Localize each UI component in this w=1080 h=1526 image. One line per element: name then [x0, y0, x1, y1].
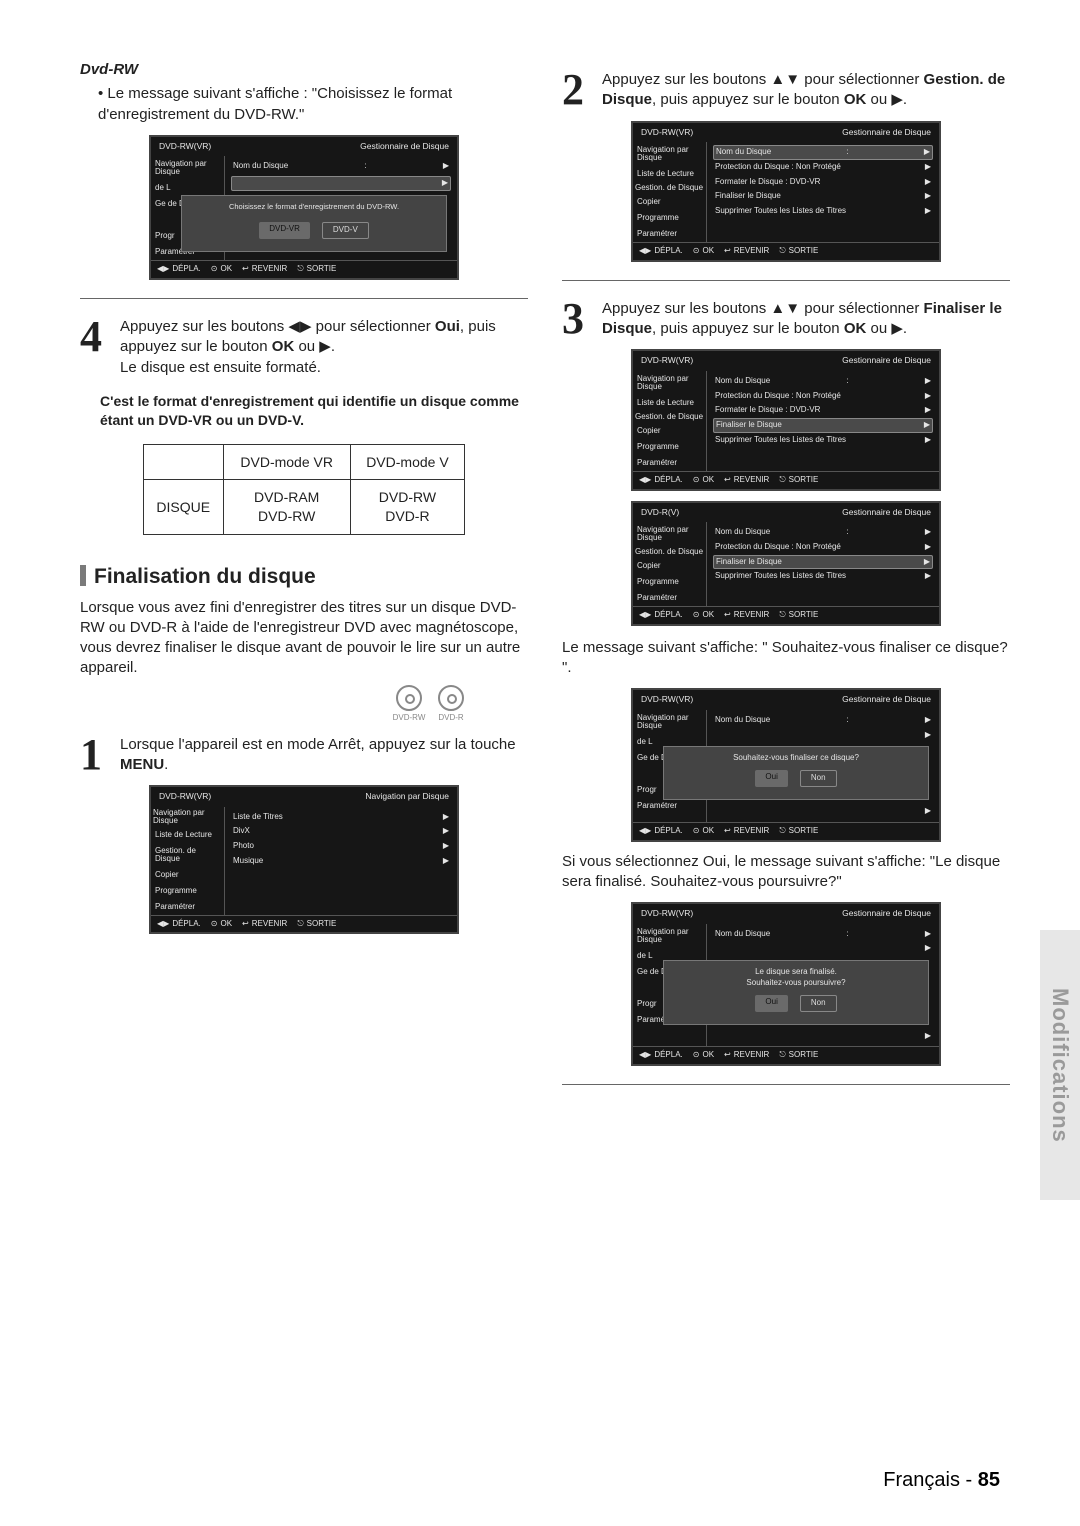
- row-final-hl: Finaliser le Disque: [716, 420, 782, 431]
- footer-lang: Français: [883, 1469, 960, 1491]
- ui-finaliser-confirm2: DVD-RW(VR)Gestionnaire de Disque Navigat…: [631, 902, 941, 1066]
- row-nom-hl: Nom du Disque: [716, 147, 771, 158]
- ui-gestion-disque: DVD-RW(VR)Gestionnaire de Disque Navigat…: [631, 121, 941, 262]
- foot-sortie: ⎋ SORTIE: [297, 264, 336, 275]
- step-num-4: 4: [80, 317, 114, 378]
- divider: [80, 298, 528, 299]
- row-photo: Photo: [233, 841, 254, 852]
- step-num-1: 1: [80, 735, 114, 776]
- popup-line2: Souhaitez-vous poursuivre?: [672, 978, 920, 989]
- ui-finaliser-confirm1: DVD-RW(VR)Gestionnaire de Disque Navigat…: [631, 688, 941, 841]
- side-nav: Navigation par Disque: [151, 156, 224, 180]
- finaliser-msg: Le message suivant s'affiche: " Souhaite…: [562, 638, 1010, 679]
- page-number: 85: [978, 1469, 1000, 1491]
- popup-q: Souhaitez-vous finaliser ce disque?: [672, 753, 920, 764]
- divider: [562, 1084, 1010, 1085]
- ui-disc-type: DVD-RW(VR): [159, 791, 211, 802]
- btn-oui[interactable]: Oui: [755, 995, 787, 1012]
- side-tab: Modifications: [1040, 930, 1080, 1200]
- step-2: 2 Appuyez sur les boutons ▲▼ pour sélect…: [562, 70, 1010, 111]
- side-copier: Copier: [151, 867, 224, 883]
- step-1: 1 Lorsque l'appareil est en mode Arrêt, …: [80, 735, 528, 776]
- step-num-3: 3: [562, 299, 596, 340]
- row-nom: Nom du Disque: [233, 161, 288, 172]
- divider: [562, 280, 1010, 281]
- left-column: Dvd-RW • Le message suivant s'affiche : …: [80, 60, 528, 1103]
- ui-finaliser-rv: DVD-R(V)Gestionnaire de Disque Navigatio…: [631, 501, 941, 626]
- ui-title: Navigation par Disque: [365, 791, 449, 802]
- row-final: Finaliser le Disque: [715, 191, 781, 202]
- side-param: Paramétrer: [151, 899, 224, 915]
- side-gestion: Gestion. de Disque: [151, 843, 224, 867]
- step-3: 3 Appuyez sur les boutons ▲▼ pour sélect…: [562, 299, 1010, 340]
- step-num-2: 2: [562, 70, 596, 111]
- row-titres: Liste de Titres: [233, 812, 283, 823]
- btn-dvdv[interactable]: DVD-V: [322, 222, 369, 239]
- ui-nav-disque: DVD-RW(VR) Navigation par Disque Navigati…: [149, 785, 459, 934]
- foot-ok: ⊙ OK: [211, 264, 232, 275]
- row-musique: Musique: [233, 856, 263, 867]
- popup-line1: Le disque sera finalisé.: [672, 967, 920, 978]
- side-nav-hl: Navigation par Disque: [151, 807, 224, 827]
- dvdrw-bullet: • Le message suivant s'affiche : "Choisi…: [80, 84, 528, 125]
- ui-title: Gestionnaire de Disque: [360, 141, 449, 152]
- oui-msg: Si vous sélectionnez Oui, le message sui…: [562, 852, 1010, 893]
- side-prog: Programme: [151, 883, 224, 899]
- disc-icons: DVD-RW DVD-R: [80, 685, 468, 725]
- btn-dvdvr[interactable]: DVD-VR: [259, 222, 310, 239]
- row-prot: Protection du Disque : Non Protégé: [715, 162, 841, 173]
- disc-dvdrw-icon: DVD-RW: [392, 685, 426, 725]
- disc-dvdr-icon: DVD-R: [434, 685, 468, 725]
- foot-revenir: ↩ REVENIR: [242, 264, 287, 275]
- th-v: DVD-mode V: [350, 444, 465, 480]
- foot-depla: ◀▶ DÉPLA.: [157, 264, 201, 275]
- side-liste: de L: [151, 180, 224, 196]
- side-gestion-hl: Gestion. de Disque: [633, 182, 706, 194]
- dvdrw-heading: Dvd-RW: [80, 60, 528, 80]
- side-liste: Liste de Lecture: [151, 827, 224, 843]
- th-vr: DVD-mode VR: [223, 444, 350, 480]
- row-label: DISQUE: [143, 480, 223, 535]
- finalisation-heading: Finalisation du disque: [80, 563, 528, 591]
- ui-format-popup: DVD-RW(VR) Gestionnaire de Disque Navigat…: [149, 135, 459, 280]
- popup-text: Choisissez le format d'enregistrement du…: [190, 202, 438, 212]
- side-tab-label: Modifications: [1047, 988, 1073, 1143]
- ui-disc-type: DVD-RW(VR): [159, 141, 211, 152]
- right-column: 2 Appuyez sur les boutons ▲▼ pour sélect…: [562, 60, 1010, 1103]
- btn-oui[interactable]: Oui: [755, 770, 787, 787]
- step4-extra: Le disque est ensuite formaté.: [120, 358, 528, 378]
- mode-table: DVD-mode VRDVD-mode V DISQUE DVD-RAMDVD-…: [143, 444, 466, 536]
- row-format: Formater le Disque : DVD-VR: [715, 177, 820, 188]
- btn-non[interactable]: Non: [800, 770, 837, 787]
- format-note: C'est le format d'enregistrement qui ide…: [100, 392, 528, 430]
- step-4: 4 Appuyez sur les boutons ◀▶ pour sélect…: [80, 317, 528, 378]
- btn-non[interactable]: Non: [800, 995, 837, 1012]
- ui-finaliser-vr: DVD-RW(VR)Gestionnaire de Disque Navigat…: [631, 349, 941, 490]
- finalisation-intro: Lorsque vous avez fini d'enregistrer des…: [80, 598, 528, 679]
- row-supp: Supprimer Toutes les Listes de Titres: [715, 206, 846, 217]
- page-footer: Français - 85: [883, 1469, 1000, 1492]
- row-divx: DivX: [233, 826, 250, 837]
